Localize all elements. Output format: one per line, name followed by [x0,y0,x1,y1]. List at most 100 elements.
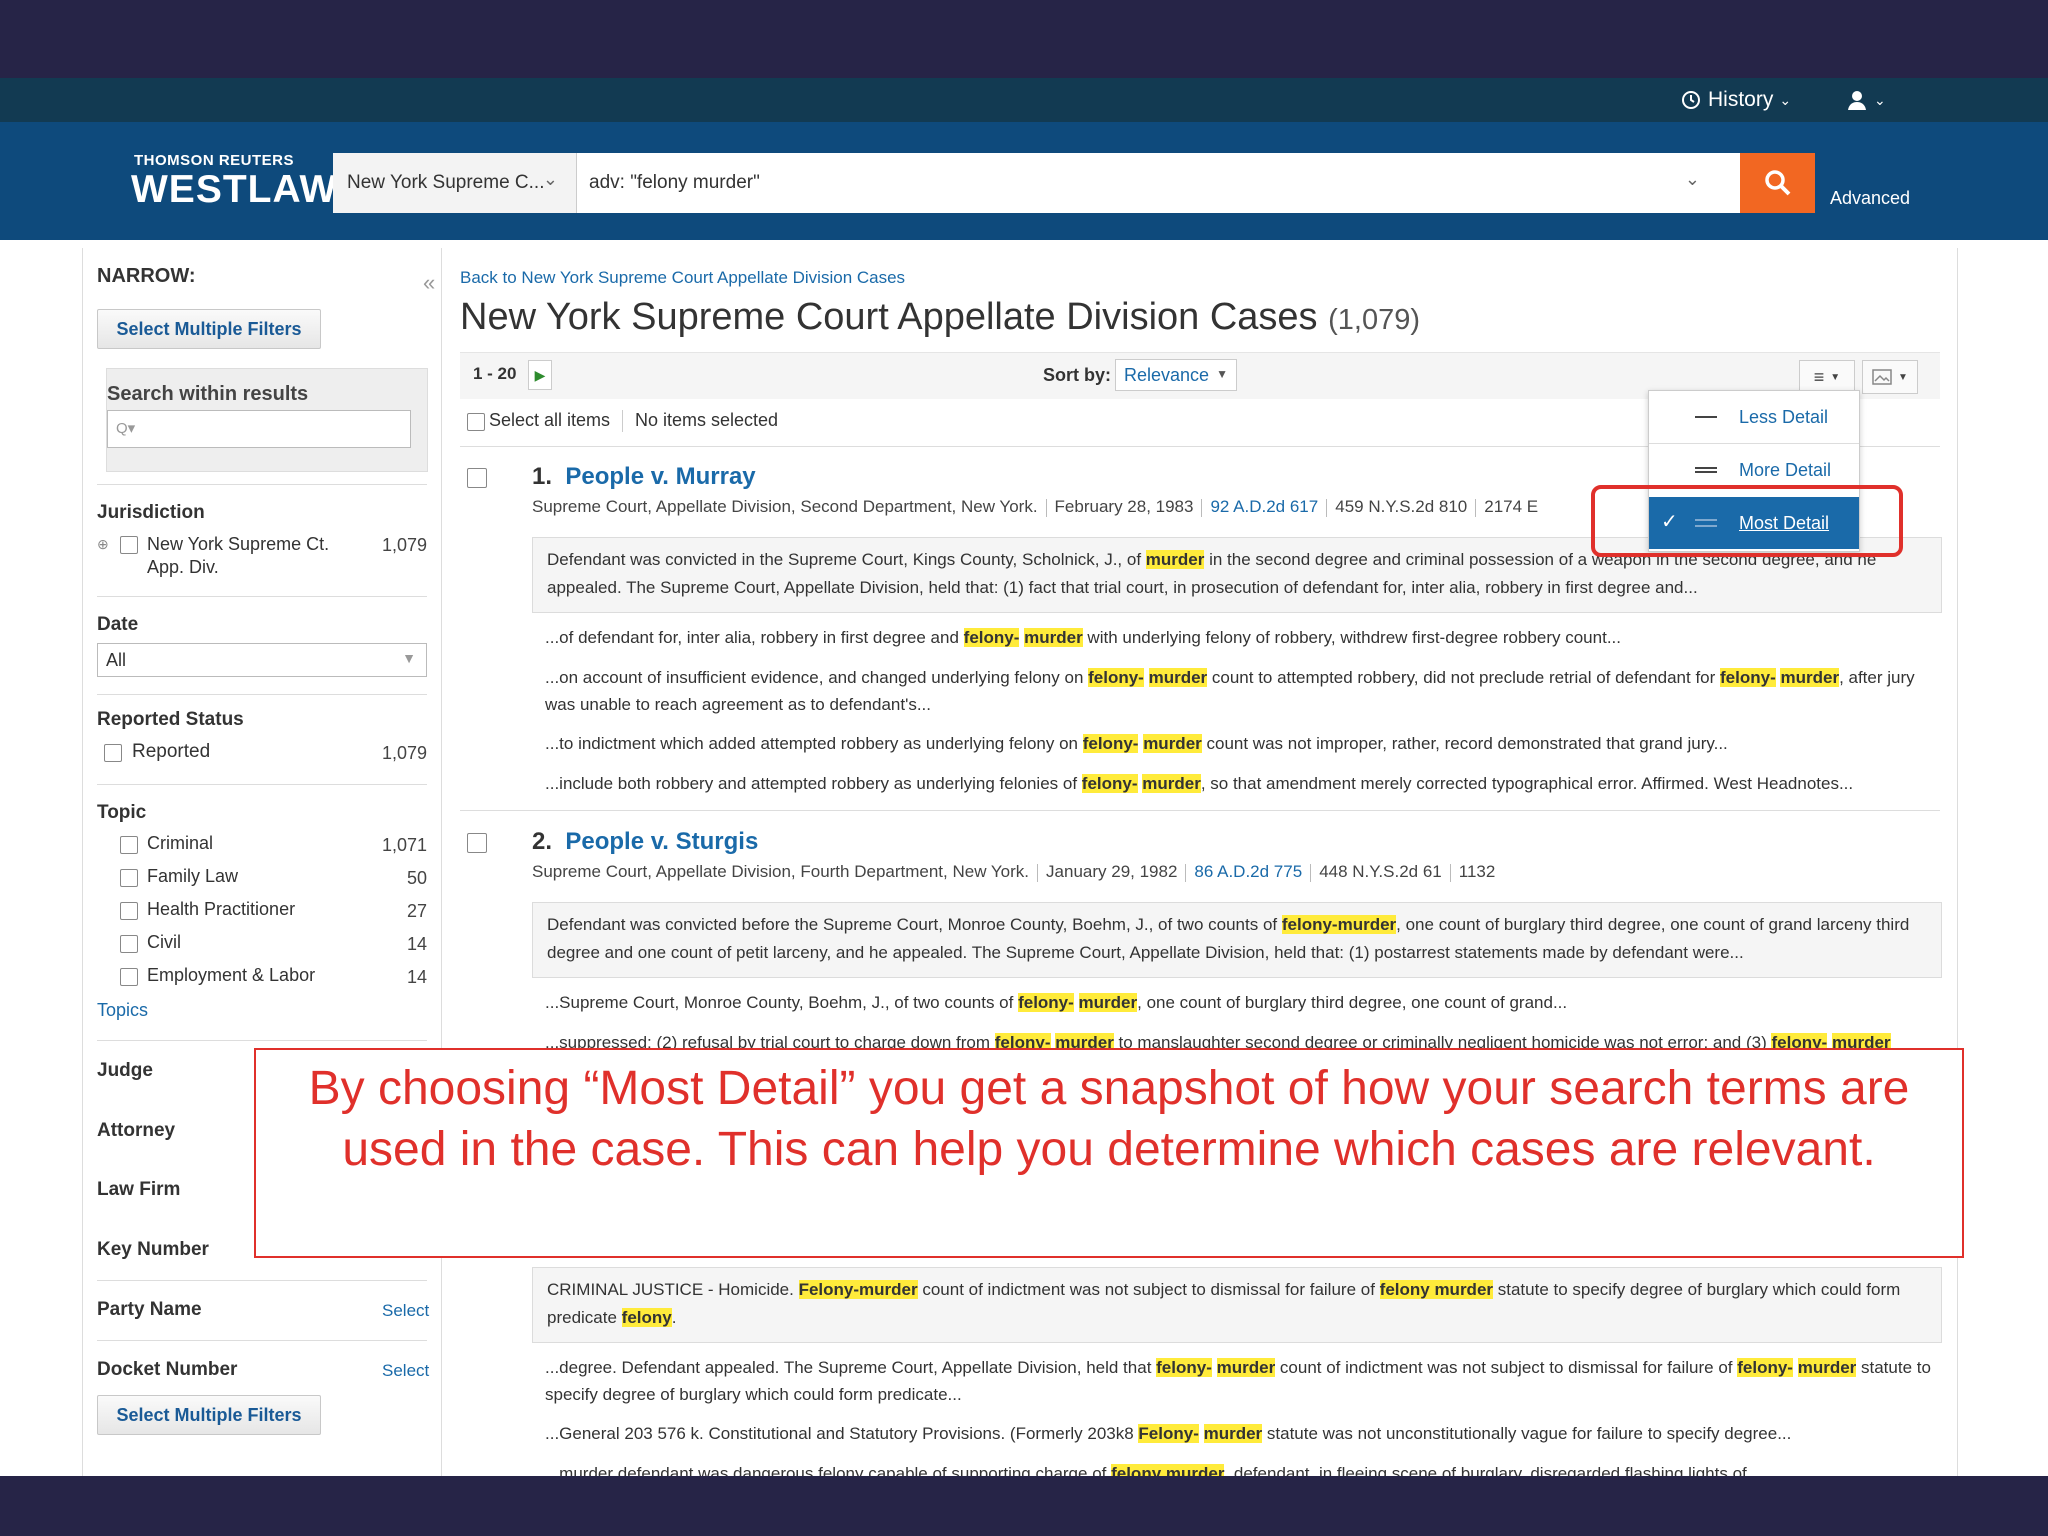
chevron-down-icon[interactable]: ⌄ [1685,169,1700,190]
search-term-highlight: felony- [1082,734,1139,753]
topic-item[interactable]: Criminal [147,833,213,854]
next-page-icon[interactable]: ▶ [528,360,552,390]
divider [97,484,427,485]
highlight-box [1591,485,1903,557]
result-checkbox[interactable] [467,833,487,853]
history-icon [1682,91,1700,109]
chevron-down-icon: ▼ [402,650,416,666]
detail-level-button[interactable]: ≡ ▼ [1799,360,1855,394]
result-citation[interactable]: 86 A.D.2d 775 [1194,862,1302,881]
snippet-text: with underlying felony of robbery, withd… [1082,628,1621,647]
topic-checkbox[interactable] [120,902,138,920]
topic-checkbox[interactable] [120,869,138,887]
advanced-search-link[interactable]: Advanced [1830,188,1910,209]
divider [460,810,1940,811]
less-detail-icon [1695,416,1717,418]
result-snippet: ...on account of insufficient evidence, … [545,664,1935,718]
search-within-input[interactable]: Q▾ [107,410,411,448]
abstract-text: Defendant was convicted before the Supre… [547,915,1282,934]
docket-number-select-link[interactable]: Select [382,1361,429,1381]
law-firm-facet-label[interactable]: Law Firm [97,1179,180,1201]
select-multiple-filters-button[interactable]: Select Multiple Filters [97,1395,321,1435]
search-query: adv: "felony murder" [589,172,760,193]
snippet-text: ...Supreme Court, Monroe County, Boehm, … [545,993,1019,1012]
page-title: New York Supreme Court Appellate Divisio… [460,296,1420,339]
search-term-highlight: felony- [963,628,1020,647]
search-term-highlight: Felony- [1138,1424,1199,1443]
menu-item-label: Less Detail [1739,406,1829,427]
divider [622,410,623,432]
chevron-down-icon: ▼ [1830,371,1841,383]
utility-bar: History ⌄ ⌄ [0,78,2048,122]
search-term-highlight: felony- [1018,993,1074,1012]
topic-checkbox[interactable] [120,935,138,953]
select-all-checkbox[interactable] [467,413,485,431]
topic-item[interactable]: Health Practitioner [147,899,295,920]
search-term-highlight: felony [621,1308,672,1327]
result-citation[interactable]: 92 A.D.2d 617 [1210,497,1318,516]
user-menu[interactable]: ⌄ [1846,78,1886,122]
list-icon: ≡ [1813,366,1825,387]
history-menu[interactable]: History ⌄ [1680,78,1791,122]
result-citation: 459 N.Y.S.2d 810 [1335,497,1468,516]
jurisdiction-selector[interactable]: New York Supreme C... ⌄ [333,153,576,213]
result-snippet: ...degree. Defendant appealed. The Supre… [545,1354,1935,1408]
search-term-highlight: Felony-murder [798,1280,918,1299]
topics-link[interactable]: Topics [97,1000,148,1021]
result-title[interactable]: 1. People v. Murray [532,463,756,491]
key-number-facet-label[interactable]: Key Number [97,1239,209,1261]
search-term-highlight: murder [1203,1424,1263,1443]
divider [97,1040,427,1041]
party-name-facet-label: Party Name [97,1299,202,1320]
date-select[interactable]: All ▼ [97,643,427,677]
search-term-highlight: felony- [1081,774,1138,793]
westlaw-logo[interactable]: WESTLAW [131,168,337,212]
judge-facet-label[interactable]: Judge [97,1060,153,1082]
reported-item[interactable]: Reported [132,741,210,763]
menu-item-less-detail[interactable]: Less Detail [1649,391,1859,443]
snippet-text: ...General 203 576 k. Constitutional and… [545,1424,1139,1443]
expand-icon[interactable]: ⊕ [97,536,109,553]
snippet-text: count was not improper, rather, record d… [1201,734,1728,753]
result-number: 1. [532,463,553,490]
search-term-highlight: felony murder [1379,1280,1494,1299]
topic-item[interactable]: Family Law [147,866,238,887]
attorney-facet-label[interactable]: Attorney [97,1120,175,1142]
reported-count: 1,079 [381,743,427,763]
bottom-band [0,1476,2048,1536]
snippet-text: ...include both robbery and attempted ro… [545,774,1082,793]
result-title[interactable]: 2. People v. Sturgis [532,828,758,856]
search-input[interactable]: adv: "felony murder" ⌄ [576,153,1740,213]
divider [97,1340,427,1341]
sort-select[interactable]: Relevance ▼ [1115,359,1237,391]
result-snippet: ...include both robbery and attempted ro… [545,770,1935,797]
search-term-highlight: murder [1024,628,1083,647]
result-meta: Supreme Court, Appellate Division, Secon… [532,497,1538,517]
snippet-text: , so that amendment merely corrected typ… [1200,774,1854,793]
page-title-text: New York Supreme Court Appellate Divisio… [460,296,1318,338]
select-multiple-filters-button[interactable]: Select Multiple Filters [97,309,321,349]
topic-facet-label: Topic [97,802,147,823]
chevron-down-icon: ⌄ [542,169,558,189]
topic-item[interactable]: Civil [147,932,181,953]
topic-item[interactable]: Employment & Labor [147,965,315,986]
search-term-highlight: murder [1145,550,1205,569]
result-abstract: Defendant was convicted before the Supre… [532,902,1942,978]
topic-count: 27 [406,901,427,921]
topic-checkbox[interactable] [120,836,138,854]
result-snippet: ...to indictment which added attempted r… [545,730,1935,757]
jurisdiction-item[interactable]: New York Supreme Ct. App. Div. [147,533,367,579]
search-term-highlight: felony- [1720,668,1776,687]
collapse-icon[interactable]: « [423,270,435,296]
party-name-select-link[interactable]: Select [382,1301,429,1321]
back-link[interactable]: Back to New York Supreme Court Appellate… [460,268,905,288]
jurisdiction-checkbox[interactable] [120,536,138,554]
result-checkbox[interactable] [467,468,487,488]
topic-checkbox[interactable] [120,968,138,986]
result-snippet: ...General 203 576 k. Constitutional and… [545,1420,1935,1447]
select-all-label[interactable]: Select all items [489,410,610,431]
reported-checkbox[interactable] [104,744,122,762]
search-button[interactable] [1740,153,1815,213]
abstract-text: CRIMINAL JUSTICE - Homicide. [547,1280,799,1299]
view-options-button[interactable]: ▼ [1862,360,1918,394]
